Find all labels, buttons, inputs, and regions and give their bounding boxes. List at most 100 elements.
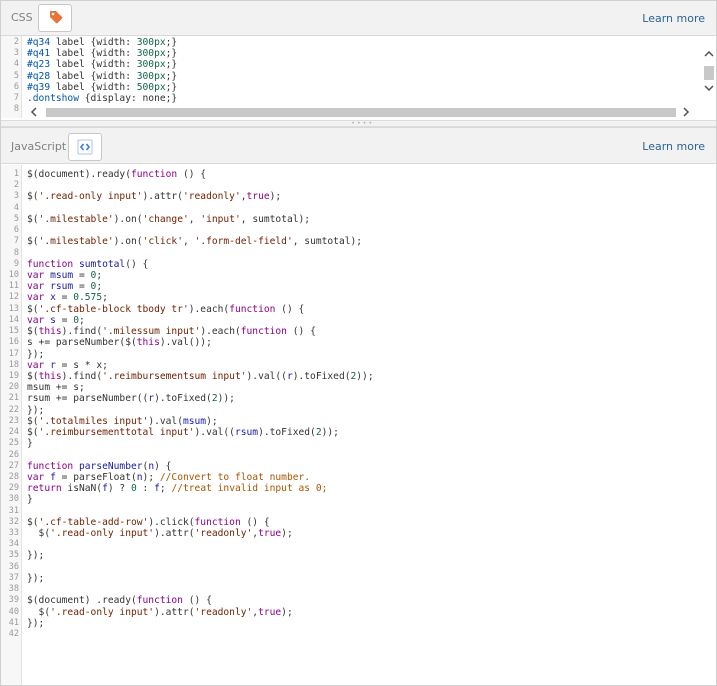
line-number: 15: [8, 326, 19, 337]
css-learn-more-link[interactable]: Learn more: [642, 12, 705, 25]
line-number: 21: [8, 393, 19, 404]
scroll-up-arrow-icon[interactable]: [703, 48, 715, 60]
line-number: 19: [8, 370, 19, 381]
line-number: 31: [8, 505, 19, 516]
css-editor[interactable]: 2 #q34 label {width: 300px;} 3 #q41 label {…: [0, 36, 717, 118]
code-text: #q34 label {width: 300px;}: [27, 37, 178, 48]
line-number: 6: [13, 225, 19, 236]
line-number: 1: [13, 169, 19, 179]
css-preprocessor-button[interactable]: [38, 4, 72, 32]
scroll-down-arrow-icon[interactable]: [703, 82, 715, 94]
code-text: $('.cf-table-add-row').click(function ()…: [27, 516, 270, 528]
code-brackets-icon: [77, 139, 93, 155]
scroll-right-arrow-icon[interactable]: [680, 106, 692, 118]
code-text: function parseNumber(n) {: [27, 460, 172, 472]
line-number: 14: [8, 314, 19, 325]
line-number: 4: [13, 202, 19, 213]
line-number: 2: [13, 180, 19, 191]
line-number: 20: [8, 382, 19, 393]
line-number: 17: [8, 348, 19, 359]
code-text: });: [27, 617, 45, 629]
line-number: 5: [13, 213, 19, 224]
line-number: 32: [8, 516, 19, 527]
line-number: 16: [8, 337, 19, 348]
code-text: rsum += parseNumber((r).toFixed(2));: [27, 393, 235, 405]
code-text: #q39 label {width: 500px;}: [27, 81, 178, 93]
line-number: 40: [8, 606, 19, 617]
line-number: 8: [13, 247, 19, 258]
code-text: function sumtotal() {: [27, 258, 149, 270]
line-number: 38: [8, 584, 19, 595]
line-number: 4: [13, 59, 19, 70]
code-text: #q41 label {width: 300px;}: [27, 48, 178, 60]
code-text: $('.reimbursementtotal input').val((rsum…: [27, 427, 339, 439]
line-number: 7: [13, 93, 19, 103]
js-panel-header: JavaScript Learn more: [0, 127, 717, 164]
js-learn-more-link[interactable]: Learn more: [642, 140, 705, 153]
line-number: 6: [13, 81, 19, 92]
line-number: 29: [8, 483, 19, 494]
line-number: 39: [8, 595, 19, 606]
line-number: 2: [13, 37, 19, 47]
code-text: $(document) .ready(function () {: [27, 595, 212, 607]
code-text: var rsum = 0;: [27, 281, 103, 293]
line-number: 11: [8, 281, 19, 292]
line-number: 23: [8, 415, 19, 426]
line-number: 37: [8, 572, 19, 583]
line-number: 18: [8, 359, 19, 370]
line-number: 35: [8, 550, 19, 561]
css-horizontal-thumb[interactable]: [46, 108, 676, 117]
line-number: 5: [13, 70, 19, 81]
code-text: $('.totalmiles input').val(msum);: [27, 415, 218, 427]
code-text: .dontshow {display: none;}: [27, 93, 178, 104]
code-text: #q23 label {width: 300px;}: [27, 59, 178, 71]
line-number: 28: [8, 471, 19, 482]
code-text: $(document).ready(function () {: [27, 169, 207, 180]
line-number: 41: [8, 617, 19, 628]
css-panel-header: CSS Learn more: [0, 0, 717, 36]
panel-resize-handle[interactable]: • • • •: [0, 120, 717, 127]
code-text: $('.milestable').on('change', 'input', s…: [27, 213, 311, 225]
css-vertical-scrollbar[interactable]: [701, 42, 717, 104]
code-text: var msum = 0;: [27, 269, 103, 281]
code-text: $('.milestable').on('click', '.form-del-…: [27, 236, 363, 248]
line-number: 34: [8, 539, 19, 550]
line-number: 22: [8, 404, 19, 415]
code-text: $(this).find('.reimbursementsum input').…: [27, 370, 374, 382]
line-number: 9: [13, 258, 19, 269]
code-text: s += parseNumber($(this).val());: [27, 337, 212, 349]
line-number: 33: [8, 528, 19, 539]
line-number: 25: [8, 438, 19, 449]
css-horizontal-scrollbar[interactable]: [22, 106, 700, 118]
line-number: 10: [8, 269, 19, 280]
code-text: });: [27, 404, 45, 416]
line-number: 13: [8, 303, 19, 314]
css-panel-title: CSS: [11, 11, 33, 24]
code-text: });: [27, 550, 45, 562]
line-number: 36: [8, 561, 19, 572]
code-text: msum += s;: [27, 382, 85, 394]
code-text: }: [27, 438, 33, 450]
code-text: var f = parseFloat(n); //Convert to floa…: [27, 471, 311, 483]
code-text: $('.read-only input').attr('readonly',tr…: [27, 606, 293, 618]
line-number: 3: [13, 191, 19, 202]
code-text: });: [27, 572, 45, 584]
scroll-left-arrow-icon[interactable]: [28, 106, 40, 118]
code-text: var r = s * x;: [27, 359, 108, 371]
line-number: 3: [13, 48, 19, 59]
line-number: 26: [8, 449, 19, 460]
css-vertical-thumb[interactable]: [704, 66, 714, 80]
code-text: var x = 0.575;: [27, 292, 108, 304]
line-number: 30: [8, 494, 19, 505]
js-preprocessor-button[interactable]: [68, 133, 102, 161]
code-text: $('.read-only input').attr('readonly',tr…: [27, 528, 293, 540]
code-text: });: [27, 348, 45, 360]
code-text: #q28 label {width: 300px;}: [27, 70, 178, 82]
line-number: 12: [8, 292, 19, 303]
line-number: 42: [8, 629, 19, 640]
code-text: return isNaN(f) ? 0 : f; //treat invalid…: [27, 483, 328, 495]
js-editor[interactable]: 1 $(document).ready(function () { 2 3 $('.re…: [0, 165, 717, 686]
line-number: 24: [8, 427, 19, 438]
line-number: 27: [8, 460, 19, 471]
code-text: $(this).find('.milessum input').each(fun…: [27, 326, 316, 338]
